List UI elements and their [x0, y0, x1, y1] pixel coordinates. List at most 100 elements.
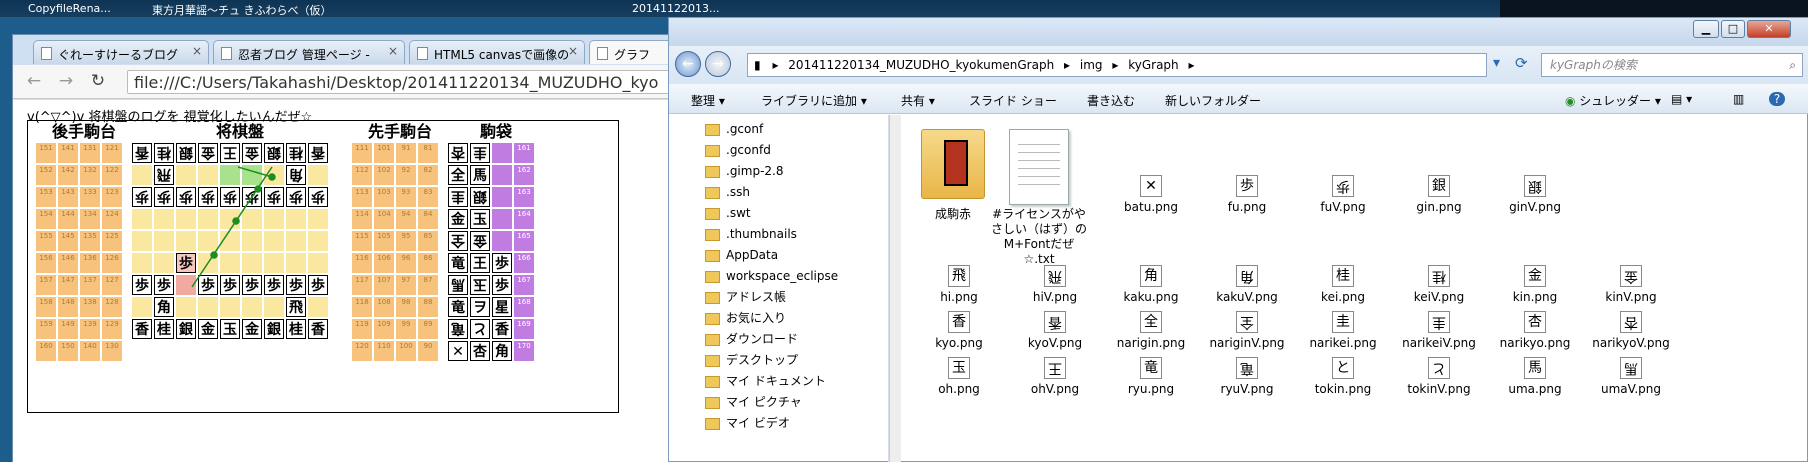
nav-folder-item[interactable]: お気に入り — [705, 308, 786, 328]
nav-folder-item[interactable]: .swt — [705, 203, 751, 223]
dropdown-arrow-icon[interactable]: ▾ — [1493, 55, 1500, 71]
shogi-log-visualization: 後手駒台 将棋盤 先手駒台 駒袋 151 141 131 121 152 142 132 12… — [27, 120, 619, 413]
file-item[interactable]: 竜 ryuV.png — [1197, 357, 1297, 397]
file-item[interactable]: 全 narigin.png — [1101, 311, 1201, 351]
nav-folder-item[interactable]: .gconf — [705, 119, 763, 139]
address-bar[interactable]: file:///C:/Users/Takahashi/Desktop/20141… — [127, 70, 687, 94]
breadcrumb-item[interactable]: 201411220134_MUZUDHO_kyokumenGraph — [788, 58, 1054, 72]
shogi-piece: ✕ — [448, 341, 468, 361]
taskbar-item[interactable]: 東方月華謡～チュ きふわらべ（仮） — [152, 2, 332, 18]
file-item[interactable]: と tokinV.png — [1389, 357, 1489, 397]
sente-dai-cell: 89 — [418, 319, 438, 339]
close-icon[interactable]: × — [192, 44, 202, 58]
file-item[interactable]: 全 nariginV.png — [1197, 311, 1297, 351]
taskbar-item[interactable]: 20141122013... — [632, 2, 719, 15]
minimize-button[interactable]: ▁ — [1693, 20, 1719, 38]
breadcrumb[interactable]: ▮ ▸ 201411220134_MUZUDHO_kyokumenGraph ▸… — [747, 53, 1487, 77]
file-item[interactable]: 杏 narikyo.png — [1485, 311, 1585, 351]
taskbar-item[interactable]: CopyfileRena... — [28, 2, 111, 15]
file-item[interactable]: 馬 umaV.png — [1581, 357, 1681, 397]
nav-folder-item[interactable]: .thumbnails — [705, 224, 797, 244]
help-icon[interactable]: ? — [1769, 92, 1785, 106]
nav-folder-item[interactable]: workspace_eclipse — [705, 266, 838, 286]
nav-folder-item[interactable]: アドレス帳 — [705, 287, 786, 307]
breadcrumb-item[interactable]: img — [1080, 58, 1103, 72]
shogi-piece: 香 — [132, 319, 152, 339]
view-options-icon[interactable]: ▤ ▾ — [1671, 92, 1692, 106]
folder-icon[interactable] — [921, 129, 985, 199]
sente-dai-cell: 118 — [352, 297, 372, 317]
file-name: narikyo.png — [1499, 336, 1571, 350]
file-item[interactable]: 圭 narikeiV.png — [1389, 311, 1489, 351]
file-item[interactable]: 歩 fuV.png — [1293, 175, 1393, 215]
share-button[interactable]: 共有 ▾ — [901, 92, 935, 109]
file-item[interactable]: 銀 ginV.png — [1485, 175, 1585, 215]
file-item[interactable]: 桂 kei.png — [1293, 265, 1393, 305]
back-arrow-icon[interactable]: ← — [675, 51, 701, 77]
file-item[interactable]: 銀 gin.png — [1389, 175, 1489, 215]
png-file-icon: 銀 — [1428, 175, 1450, 197]
nav-folder-label: .thumbnails — [726, 227, 797, 241]
file-name: uma.png — [1508, 382, 1562, 396]
file-item[interactable]: 角 kaku.png — [1101, 265, 1201, 305]
file-item[interactable]: 金 kinV.png — [1581, 265, 1681, 305]
file-item[interactable]: 角 kakuV.png — [1197, 265, 1297, 305]
nav-scrollbar[interactable] — [889, 115, 901, 462]
file-item[interactable]: 金 kin.png — [1485, 265, 1585, 305]
nav-folder-item[interactable]: マイ ビデオ — [705, 413, 790, 433]
file-item[interactable]: 玉 oh.png — [909, 357, 1009, 397]
browser-tab-active[interactable]: グラフ — [589, 40, 673, 64]
gote-dai-cell: 144 — [58, 209, 78, 229]
gote-dai-cell: 155 — [36, 231, 56, 251]
nav-folder-item[interactable]: ダウンロード — [705, 329, 798, 349]
file-item[interactable]: 王 ohV.png — [1005, 357, 1105, 397]
file-item[interactable]: 歩 fu.png — [1197, 175, 1297, 215]
refresh-icon[interactable]: ⟳ — [1515, 54, 1528, 72]
board-square — [220, 231, 240, 251]
maximize-button[interactable]: □ — [1721, 20, 1745, 38]
shredder-button[interactable]: ◉ シュレッダー ▾ — [1565, 92, 1661, 109]
file-item[interactable]: 飛 hiV.png — [1005, 265, 1105, 305]
slideshow-button[interactable]: スライド ショー — [969, 92, 1057, 109]
file-item[interactable]: 飛 hi.png — [909, 265, 1009, 305]
search-input[interactable]: kyGraphの検索 ⌕ — [1541, 53, 1803, 77]
close-icon[interactable]: × — [388, 44, 398, 58]
breadcrumb-item[interactable]: kyGraph — [1128, 58, 1178, 72]
nav-folder-item[interactable]: .ssh — [705, 182, 750, 202]
file-item[interactable]: 馬 uma.png — [1485, 357, 1585, 397]
file-item[interactable]: 桂 keiV.png — [1389, 265, 1489, 305]
file-item[interactable]: 香 kyoV.png — [1005, 311, 1105, 351]
browser-tab[interactable]: 忍者ブログ 管理ページ - × — [213, 40, 405, 64]
preview-pane-icon[interactable]: ▥ — [1733, 92, 1744, 106]
forward-arrow-icon[interactable]: → — [705, 51, 731, 77]
shogi-piece: 桂 — [286, 143, 306, 163]
browser-tab[interactable]: ぐれーすけーるブログ × — [33, 40, 209, 64]
file-item[interactable]: 香 kyo.png — [909, 311, 1009, 351]
nav-folder-item[interactable]: マイ ドキュメント — [705, 371, 826, 391]
folder-label[interactable]: 成駒赤 — [903, 207, 1003, 222]
nav-folder-item[interactable]: .gimp-2.8 — [705, 161, 784, 181]
file-item[interactable]: と tokin.png — [1293, 357, 1393, 397]
file-item[interactable]: 竜 ryu.png — [1101, 357, 1201, 397]
file-item[interactable]: 圭 narikei.png — [1293, 311, 1393, 351]
close-icon[interactable]: × — [568, 44, 578, 58]
back-arrow-icon[interactable]: ← — [23, 70, 45, 92]
text-file-label[interactable]: #ライセンスがやさしい（はず）のM+Fontだぜ☆.txt — [989, 207, 1089, 267]
new-folder-button[interactable]: 新しいフォルダー — [1165, 92, 1261, 109]
close-button[interactable]: ✕ — [1747, 20, 1791, 38]
nav-folder-item[interactable]: .gconfd — [705, 140, 771, 160]
organize-button[interactable]: 整理 ▾ — [691, 92, 725, 109]
forward-arrow-icon[interactable]: → — [55, 70, 77, 92]
text-file-icon[interactable] — [1009, 129, 1069, 205]
file-item[interactable]: 杏 narikyoV.png — [1581, 311, 1681, 351]
add-to-library-button[interactable]: ライブラリに追加 ▾ — [761, 92, 867, 109]
nav-folder-item[interactable]: AppData — [705, 245, 778, 265]
burn-button[interactable]: 書き込む — [1087, 92, 1135, 109]
nav-folder-item[interactable]: デスクトップ — [705, 350, 798, 370]
file-item[interactable]: ✕ batu.png — [1101, 175, 1201, 215]
browser-tab[interactable]: HTML5 canvasで画像の × — [409, 40, 585, 64]
folder-icon — [705, 396, 720, 409]
reload-icon[interactable]: ↻ — [87, 70, 109, 92]
sente-dai-cell: 106 — [374, 253, 394, 273]
nav-folder-item[interactable]: マイ ピクチャ — [705, 392, 802, 412]
